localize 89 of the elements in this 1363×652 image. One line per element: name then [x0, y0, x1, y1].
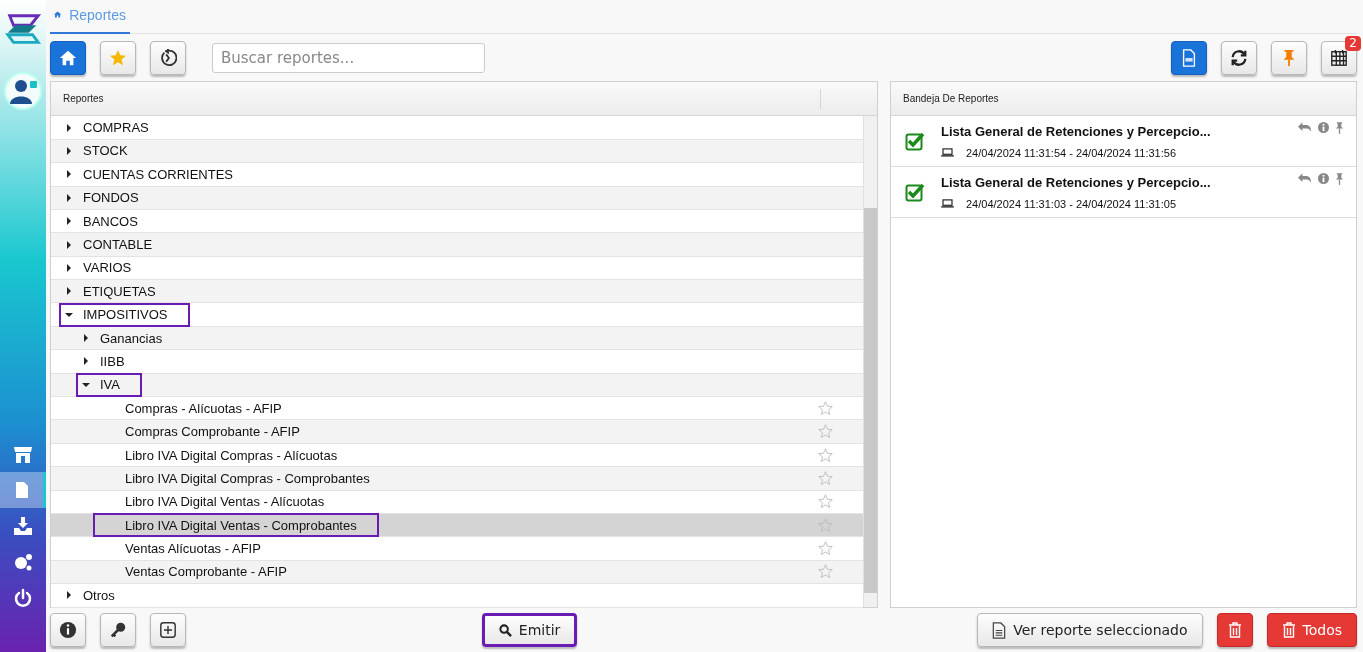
tree-item-label: FONDOS	[83, 190, 139, 206]
tree-item-label: ETIQUETAS	[83, 283, 156, 299]
tree-row[interactable]: CONTABLE	[51, 233, 863, 257]
pin-icon[interactable]	[1335, 122, 1344, 136]
trash-icon	[1281, 622, 1296, 639]
tree-item-label: Libro IVA Digital Ventas - Comprobantes	[125, 517, 357, 533]
notification-badge: 2	[1345, 35, 1361, 51]
star-icon[interactable]	[818, 541, 833, 557]
star-icon[interactable]	[818, 447, 833, 463]
info-icon[interactable]	[1318, 122, 1329, 134]
report-title: Lista General de Retenciones y Percepcio...	[941, 174, 1212, 190]
tree-item-label: CUENTAS CORRIENTES	[83, 166, 233, 182]
tree-item-label: CONTABLE	[83, 237, 153, 252]
add-button[interactable]	[150, 613, 186, 648]
home-icon	[59, 48, 77, 67]
report-title: Lista General de Retenciones y Percepcio...	[941, 123, 1212, 139]
search-icon	[498, 623, 512, 637]
tree-item-label: Ganancias	[100, 330, 163, 346]
document-icon	[992, 621, 1007, 639]
info-icon[interactable]	[1318, 173, 1329, 185]
tree-item-label: Compras - Alícuotas - AFIP	[125, 400, 282, 416]
download-icon	[13, 516, 33, 536]
document-icon	[1180, 48, 1198, 67]
reply-all-icon[interactable]	[1298, 122, 1312, 134]
star-icon[interactable]	[818, 564, 833, 580]
tree-item-label: IIBB	[100, 353, 125, 369]
tree-item-label: Libro IVA Digital Compras - Comprobantes	[125, 470, 370, 486]
pin-icon[interactable]	[1335, 173, 1344, 187]
emit-button[interactable]: Emitir	[481, 613, 578, 648]
tree-row[interactable]: Ventas Comprobante - AFIP	[51, 560, 863, 585]
delete-button[interactable]	[1216, 613, 1253, 648]
star-icon[interactable]	[818, 494, 833, 510]
tree-item-label: STOCK	[83, 143, 128, 159]
tree-item-label: Ventas Alícuotas - AFIP	[125, 541, 261, 557]
key-button[interactable]	[100, 613, 136, 648]
home-icon	[54, 9, 62, 21]
tree-item-label: COMPRAS	[83, 120, 149, 136]
tray-item[interactable]: Lista General de Retenciones y Percepcio... 24/04/2024 11:31:03 - 24/04/2024 11:31:05	[891, 167, 1356, 219]
tree-row[interactable]: FONDOS	[51, 186, 863, 210]
star-icon	[109, 48, 127, 67]
tree-row[interactable]: IMPOSITIVOS	[51, 303, 863, 327]
tree-item-label: Libro IVA Digital Ventas - Alícuotas	[125, 494, 325, 510]
tray-item[interactable]: Lista General de Retenciones y Percepcio... 24/04/2024 11:31:54 - 24/04/2024 11:31:56	[891, 116, 1356, 168]
info-button[interactable]	[50, 613, 86, 648]
laptop-icon	[941, 148, 954, 158]
power-icon	[13, 588, 33, 608]
tree-item-label: Otros	[83, 587, 115, 603]
pin-button[interactable]	[1271, 40, 1307, 75]
key-icon	[109, 621, 127, 640]
tree-row[interactable]: IVA	[51, 373, 863, 398]
tree-item-label: Libro IVA Digital Compras - Alícuotas	[125, 447, 338, 463]
tree-item-label: BANCOS	[83, 213, 138, 229]
tree-item-label: IMPOSITIVOS	[83, 307, 168, 323]
document-button[interactable]	[1171, 40, 1207, 75]
star-icon[interactable]	[818, 424, 833, 440]
star-button[interactable]	[100, 40, 136, 75]
history-button[interactable]	[150, 40, 186, 75]
trash-icon	[1227, 622, 1242, 639]
search-field[interactable]: Buscar reportes...	[212, 42, 485, 73]
store-icon	[13, 444, 33, 464]
star-icon[interactable]	[818, 470, 833, 486]
tree-row[interactable]: ETIQUETAS	[51, 280, 863, 304]
view-report-button[interactable]: Ver reporte seleccionado	[977, 613, 1203, 648]
tree-row[interactable]: Compras Comprobante - AFIP	[51, 420, 863, 444]
panel-title: Reportes	[63, 93, 104, 105]
history-icon	[159, 48, 177, 67]
laptop-icon	[941, 199, 954, 209]
refresh-button[interactable]	[1221, 40, 1257, 75]
plus-square-icon	[159, 621, 177, 640]
scrollbar[interactable]	[863, 116, 877, 608]
calendar-icon	[1330, 48, 1348, 67]
star-icon[interactable]	[818, 400, 833, 416]
tree-row[interactable]: STOCK	[51, 139, 863, 164]
tree-row[interactable]: Libro IVA Digital Ventas - Comprobantes	[51, 514, 863, 538]
tree-row[interactable]: Libro IVA Digital Compras - Comprobantes	[51, 467, 863, 491]
report-time: 24/04/2024 11:31:03 - 24/04/2024 11:31:05	[966, 197, 1176, 210]
info-icon	[59, 621, 77, 640]
panel-title: Bandeja De Reportes	[903, 93, 999, 105]
refresh-icon	[1230, 48, 1248, 67]
tree-item-label: Compras Comprobante - AFIP	[125, 424, 300, 440]
delete-all-button[interactable]: Todos	[1266, 613, 1357, 648]
tree-item-label: Ventas Comprobante - AFIP	[125, 564, 287, 580]
report-time: 24/04/2024 11:31:54 - 24/04/2024 11:31:56	[966, 146, 1176, 159]
tree-row[interactable]: Ganancias	[51, 326, 863, 351]
tree-item-label: IVA	[100, 377, 120, 393]
user-avatar[interactable]	[4, 72, 42, 110]
tree-item-label: VARIOS	[83, 260, 132, 276]
reply-all-icon[interactable]	[1298, 173, 1312, 185]
home-button[interactable]	[50, 40, 86, 75]
